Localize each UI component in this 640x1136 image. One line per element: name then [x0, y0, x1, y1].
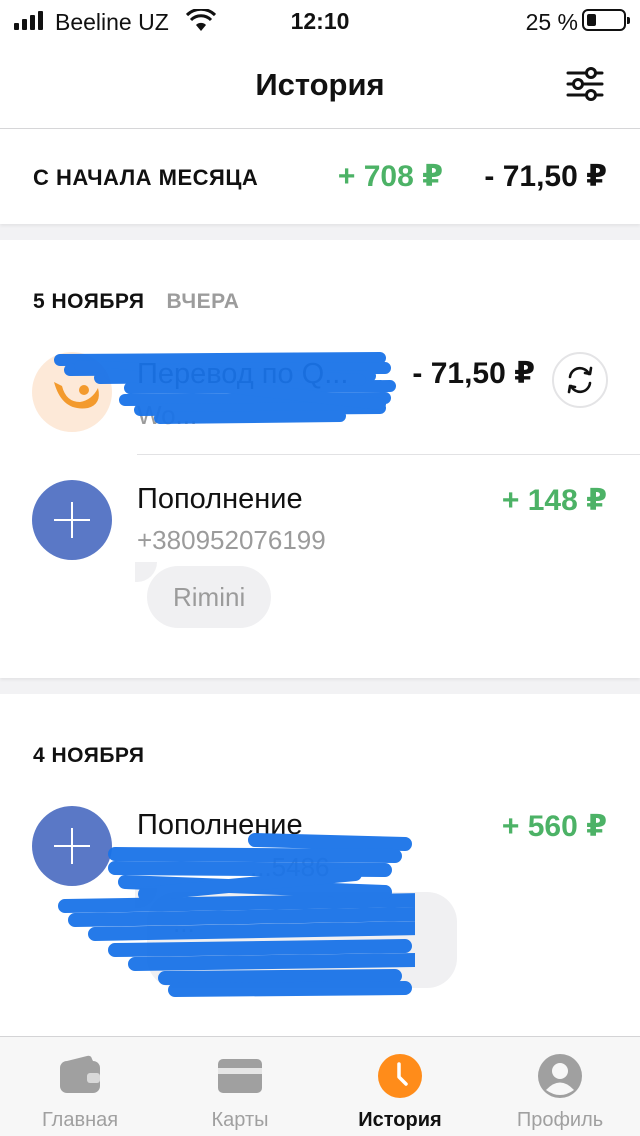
transaction-amount: + 560 ₽	[501, 810, 607, 843]
clock-icon	[378, 1054, 422, 1098]
summary-label: С НАЧАЛА МЕСЯЦА	[33, 165, 259, 190]
tab-home[interactable]: Главная	[0, 1037, 160, 1136]
profile-icon	[538, 1054, 582, 1098]
transaction-title: Пополнение	[137, 483, 303, 515]
transaction-amount: - 71,50 ₽	[412, 357, 535, 390]
tab-bar: Главная Карты История Профиль	[0, 1036, 640, 1136]
card-icon	[218, 1059, 262, 1093]
transaction-group: 5 НОЯБРЯ ВЧЕРА Перевод по Q... Wo... - 71…	[0, 240, 640, 678]
date-label: 4 НОЯБРЯ	[33, 744, 145, 767]
battery-icon	[582, 9, 630, 31]
tab-label: Главная	[41, 1109, 119, 1131]
tab-cards[interactable]: Карты	[160, 1037, 320, 1136]
sliders-icon[interactable]	[566, 66, 604, 102]
battery-percent: 25 %	[525, 9, 578, 35]
plus-icon	[32, 480, 112, 560]
tab-profile[interactable]: Профиль	[480, 1037, 640, 1136]
month-summary: С НАЧАЛА МЕСЯЦА + 708 ₽ - 71,50 ₽	[0, 129, 640, 224]
redaction-scribble	[58, 833, 415, 997]
page-title: История	[255, 67, 385, 102]
transaction-subtitle: +380952076199	[137, 525, 326, 555]
status-bar: Beeline UZ 12:10 25 %	[0, 0, 640, 42]
repeat-button[interactable]	[552, 352, 608, 408]
wallet-icon	[60, 1055, 100, 1093]
comment-bubble: Rimini	[134, 562, 272, 628]
date-header: 4 НОЯБРЯ	[33, 744, 145, 768]
navigation-bar: История	[0, 42, 640, 129]
tab-label: Карты	[211, 1109, 269, 1131]
tab-label: История	[358, 1109, 442, 1131]
tab-label: Профиль	[516, 1109, 604, 1131]
date-header: 5 НОЯБРЯ ВЧЕРА	[33, 290, 239, 314]
repeat-icon	[567, 366, 593, 394]
redaction-scribble	[54, 352, 396, 424]
summary-income: + 708 ₽	[337, 160, 443, 193]
date-label: 5 НОЯБРЯ	[33, 290, 145, 313]
transaction-amount: + 148 ₽	[501, 484, 607, 517]
tab-history[interactable]: История	[320, 1037, 480, 1136]
date-relative-label: ВЧЕРА	[166, 290, 240, 313]
summary-expense: - 71,50 ₽	[484, 160, 607, 193]
row-divider	[137, 454, 640, 455]
transaction-group: 4 НОЯБРЯ Пополнение ...5486 + 560 ₽ ...	[0, 694, 640, 1036]
